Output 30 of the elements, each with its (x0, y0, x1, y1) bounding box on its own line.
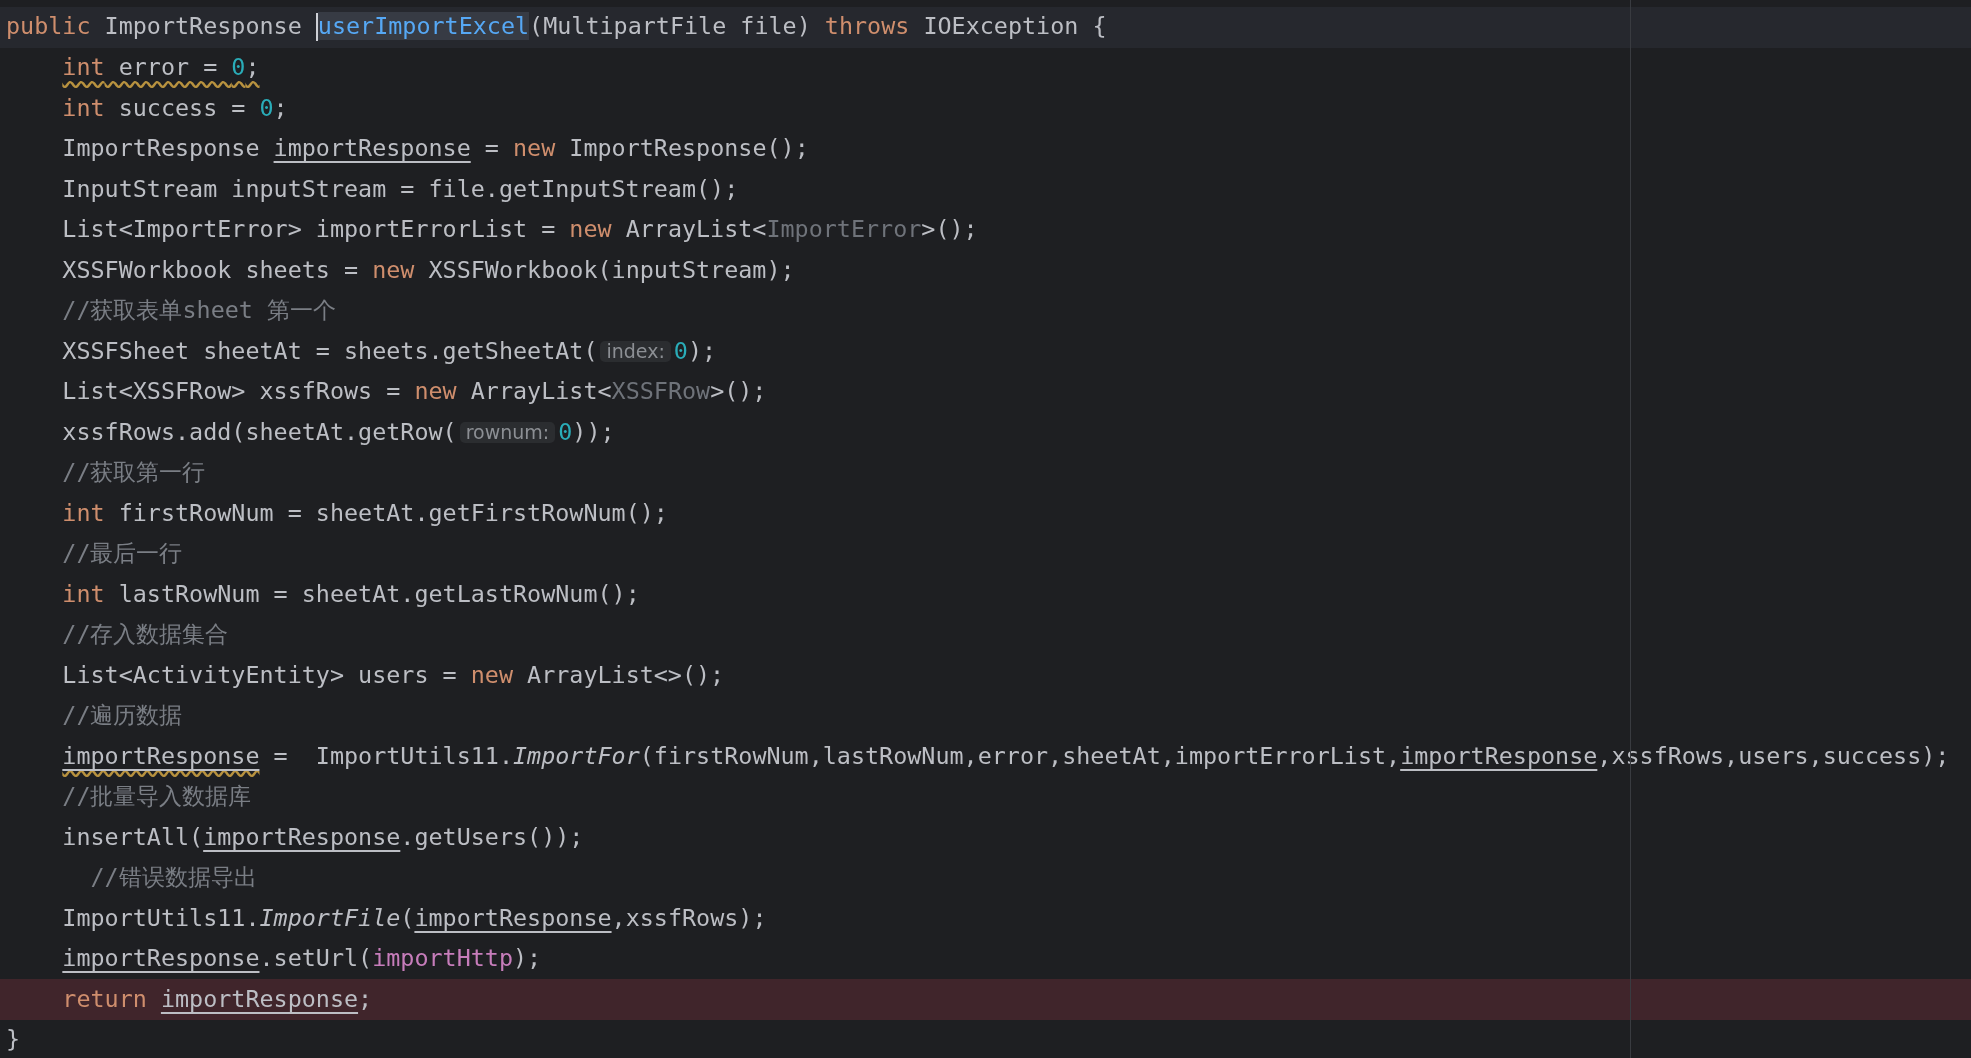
code-text: int error = 0; (61, 56, 260, 80)
parameter-hint: index: (600, 340, 671, 362)
code-text: //批量导入数据库 (61, 785, 252, 809)
code-text: XSSFSheet sheetAt = sheets.getSheetAt( (61, 339, 598, 363)
code-text: XSSFWorkbook sheets = new XSSFWorkbook(inputStream); (61, 258, 795, 282)
code-text: ImportUtils11.ImportFile(importResponse,xssfRows); (61, 906, 767, 930)
code-text: //遍历数据 (61, 704, 183, 728)
code-text: int lastRowNum = sheetAt.getLastRowNum(); (61, 582, 640, 606)
code-text: importResponse.setUrl(importHttp); (61, 947, 542, 971)
code-text: xssfRows.add(sheetAt.getRow( (61, 420, 457, 444)
code-text: //获取第一行 (61, 461, 206, 485)
parameter-hint: rownum: (459, 421, 556, 443)
code-text: List<ImportError> importErrorList = new ArrayList<ImportError>(); (61, 218, 978, 242)
code-text: insertAll(importResponse.getUsers()); (61, 825, 584, 849)
code-text: //获取表单sheet 第一个 (61, 299, 336, 323)
code-text: public ImportResponse userImportExcel(MultipartFile file) throws IOException { (6, 13, 1107, 42)
code-text: ImportResponse importResponse = new ImportResponse(); (61, 137, 809, 161)
code-text: List<ActivityEntity> users = new ArrayList<>(); (61, 663, 725, 687)
code-text: int success = 0; (61, 96, 288, 120)
code-text: 0)); (558, 420, 615, 444)
code-text: //存入数据集合 (61, 623, 229, 647)
code-text: } (6, 1028, 21, 1052)
code-text: 0); (673, 339, 717, 363)
code-text: //错误数据导出 (89, 866, 257, 890)
code-text: //最后一行 (61, 542, 183, 566)
code-text: importResponse = ImportUtils11.ImportFor(firstRowNum,lastRowNum,error,sheetAt,importErrorList,importResponse,xssfRows,users,success); (61, 744, 1950, 768)
code-text: List<XSSFRow> xssfRows = new ArrayList<XSSFRow>(); (61, 380, 767, 404)
code-text: InputStream inputStream = file.getInputStream(); (61, 177, 739, 201)
code-text: int firstRowNum = sheetAt.getFirstRowNum(); (61, 501, 668, 525)
code-text: return importResponse; (61, 987, 373, 1011)
